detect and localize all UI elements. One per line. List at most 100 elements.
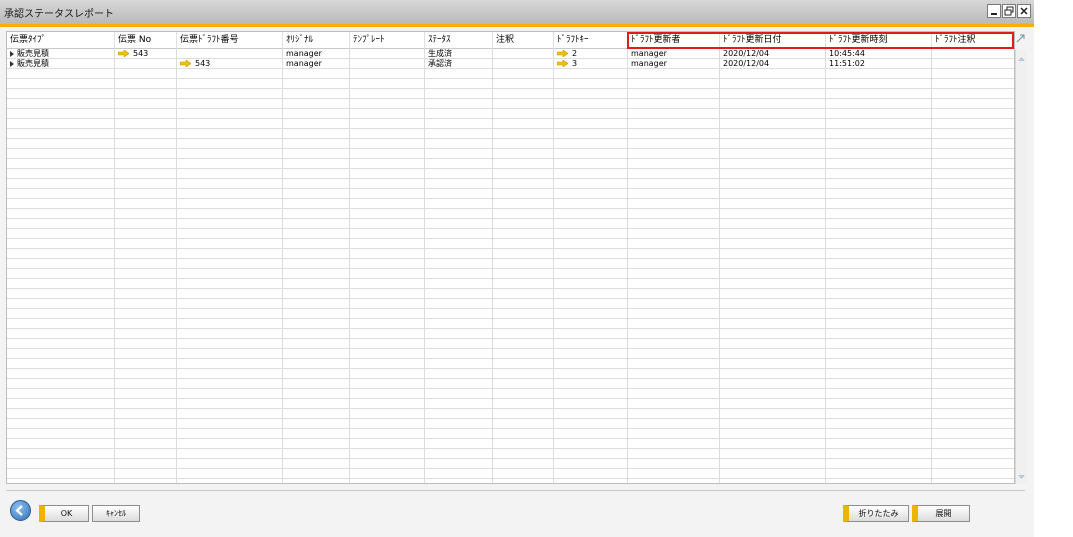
row-divider xyxy=(7,398,1014,399)
cell-draft-update-date[interactable]: 2020/12/04 xyxy=(720,49,826,59)
cell-text: 販売見積 xyxy=(17,59,49,68)
cancel-button[interactable]: ｷｬﾝｾﾙ xyxy=(92,505,140,522)
close-button[interactable] xyxy=(1017,4,1031,18)
back-button[interactable] xyxy=(10,500,31,521)
row-divider xyxy=(7,428,1014,429)
minimize-button[interactable] xyxy=(987,4,1001,18)
row-expand-icon[interactable] xyxy=(10,50,14,57)
row-divider xyxy=(7,358,1014,359)
row-divider xyxy=(7,118,1014,119)
cell-text: 生成済 xyxy=(428,49,452,58)
row-divider xyxy=(7,318,1014,319)
row-divider xyxy=(7,298,1014,299)
column-header[interactable]: 注釈 xyxy=(493,32,554,48)
column-header[interactable]: ｵﾘｼﾞﾅﾙ xyxy=(283,32,350,48)
row-divider xyxy=(7,258,1014,259)
row-divider xyxy=(7,198,1014,199)
row-divider xyxy=(7,178,1014,179)
cell-text: 2 xyxy=(572,49,578,58)
column-header[interactable]: ﾄﾞﾗﾌﾄ注釈 xyxy=(932,32,1014,48)
row-expand-icon[interactable] xyxy=(10,60,14,67)
row-divider xyxy=(7,418,1014,419)
ok-button[interactable]: OK xyxy=(39,505,89,522)
link-arrow-icon[interactable] xyxy=(557,50,568,57)
expand-grid-icon[interactable] xyxy=(1015,32,1026,46)
column-header[interactable]: ﾄﾞﾗﾌﾄ更新時刻 xyxy=(826,32,932,48)
column-header[interactable]: ﾄﾞﾗﾌﾄ更新者 xyxy=(628,32,720,48)
cell-text: 543 xyxy=(195,59,211,68)
row-divider xyxy=(7,148,1014,149)
row-divider xyxy=(7,478,1014,479)
row-divider xyxy=(7,188,1014,189)
cell-draft-update-time[interactable]: 11:51:02 xyxy=(826,59,932,69)
row-divider xyxy=(7,98,1014,99)
row-divider xyxy=(7,268,1014,269)
cell-doc-type[interactable]: 販売見積 xyxy=(7,49,115,59)
link-arrow-icon[interactable] xyxy=(557,60,568,67)
row-divider xyxy=(7,158,1014,159)
row-divider xyxy=(7,468,1014,469)
title-bar[interactable]: 承認ステータスレポート xyxy=(0,0,1034,25)
row-divider xyxy=(7,108,1014,109)
row-divider xyxy=(7,208,1014,209)
row-divider xyxy=(7,168,1014,169)
column-header[interactable]: ﾄﾞﾗﾌﾄｷｰ xyxy=(554,32,628,48)
close-icon xyxy=(1020,7,1028,15)
approval-status-report-window: 承認ステータスレポート 伝票ﾀｲﾌﾟ 伝票 No 伝票ﾄﾞﾗﾌﾄ番号 ｵﾘｼﾞﾅﾙ ﾃﾝ… xyxy=(0,0,1034,537)
cell-text: 販売見積 xyxy=(17,49,49,58)
link-arrow-icon[interactable] xyxy=(118,50,129,57)
cell-draft-no[interactable]: 543 xyxy=(177,59,283,69)
cell-draft-update-time[interactable]: 10:45:44 xyxy=(826,49,932,59)
column-header[interactable]: ﾃﾝﾌﾟﾚｰﾄ xyxy=(350,32,425,48)
cell-draft-updater[interactable]: manager xyxy=(628,49,720,59)
vertical-scrollbar[interactable] xyxy=(1015,50,1027,484)
window-title: 承認ステータスレポート xyxy=(4,9,114,20)
restore-button[interactable] xyxy=(1002,4,1016,18)
scroll-up-arrow-icon[interactable] xyxy=(1016,54,1027,64)
cell-text: 承認済 xyxy=(428,59,452,68)
cell-original[interactable]: manager xyxy=(283,49,350,59)
row-divider xyxy=(7,278,1014,279)
cell-doc-type[interactable]: 販売見積 xyxy=(7,59,115,69)
row-divider xyxy=(7,348,1014,349)
collapse-button[interactable]: 折りたたみ xyxy=(843,505,909,522)
scroll-down-arrow-icon[interactable] xyxy=(1016,472,1027,482)
row-divider xyxy=(7,308,1014,309)
report-grid: 伝票ﾀｲﾌﾟ 伝票 No 伝票ﾄﾞﾗﾌﾄ番号 ｵﾘｼﾞﾅﾙ ﾃﾝﾌﾟﾚｰﾄ ｽﾃｰﾀｽ 注釈… xyxy=(6,31,1015,484)
row-divider xyxy=(7,78,1014,79)
column-header[interactable]: 伝票 No xyxy=(115,32,177,48)
row-divider xyxy=(7,228,1014,229)
row-divider xyxy=(7,248,1014,249)
cell-draft-update-date[interactable]: 2020/12/04 xyxy=(720,59,826,69)
row-divider xyxy=(7,138,1014,139)
cell-text: manager xyxy=(631,59,667,68)
column-header[interactable]: 伝票ﾀｲﾌﾟ xyxy=(7,32,115,48)
accent-bar xyxy=(0,24,1034,27)
minimize-icon xyxy=(991,13,997,15)
link-arrow-icon[interactable] xyxy=(180,60,191,67)
cell-text: manager xyxy=(286,49,322,58)
cell-text: 11:51:02 xyxy=(829,59,865,68)
expand-button[interactable]: 展開 xyxy=(912,505,970,522)
cell-draft-key[interactable]: 2 xyxy=(554,49,628,59)
cell-doc-no[interactable]: 543 xyxy=(115,49,177,59)
cell-draft-updater[interactable]: manager xyxy=(628,59,720,69)
row-divider xyxy=(7,368,1014,369)
cell-original[interactable]: manager xyxy=(283,59,350,69)
row-divider xyxy=(7,388,1014,389)
column-header[interactable]: ｽﾃｰﾀｽ xyxy=(425,32,493,48)
row-divider xyxy=(7,328,1014,329)
row-divider xyxy=(7,448,1014,449)
cell-status[interactable]: 生成済 xyxy=(425,49,493,59)
cell-text: manager xyxy=(631,49,667,58)
cell-status[interactable]: 承認済 xyxy=(425,59,493,69)
row-divider xyxy=(7,378,1014,379)
cell-draft-key[interactable]: 3 xyxy=(554,59,628,69)
column-header[interactable]: ﾄﾞﾗﾌﾄ更新日付 xyxy=(720,32,826,48)
row-divider xyxy=(7,238,1014,239)
cell-text: 3 xyxy=(572,59,578,68)
cell-text: manager xyxy=(286,59,322,68)
row-divider xyxy=(7,338,1014,339)
column-header[interactable]: 伝票ﾄﾞﾗﾌﾄ番号 xyxy=(177,32,283,48)
row-divider xyxy=(7,408,1014,409)
